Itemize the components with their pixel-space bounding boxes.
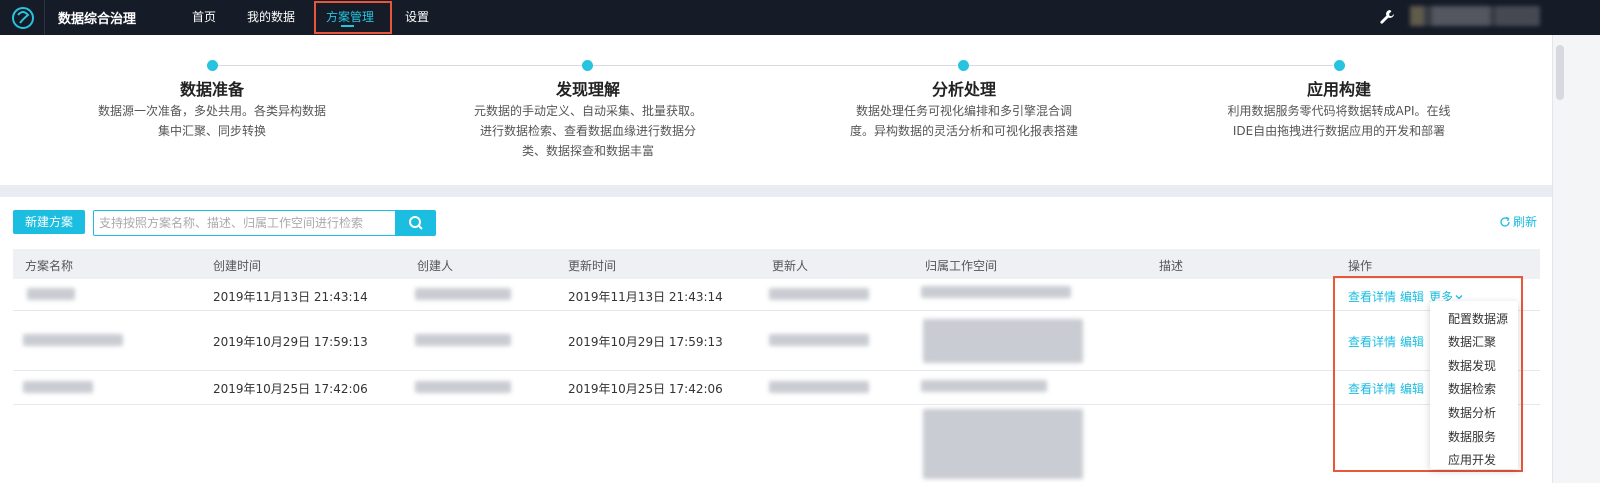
plan-name-blurred[interactable]: [23, 381, 93, 393]
annotation-highlight-box: [314, 1, 392, 34]
refresh-button[interactable]: 刷新: [1499, 213, 1537, 230]
top-navigation-bar: 数据综合治理 首页 我的数据 方案管理 设置: [0, 0, 1600, 35]
divider: [44, 0, 45, 35]
refresh-icon: [1500, 216, 1510, 227]
creator-blurred: [415, 381, 511, 393]
table-header: 方案名称 创建时间 创建人 更新时间 更新人 归属工作空间 描述 操作: [13, 249, 1540, 279]
plan-name-blurred[interactable]: [27, 288, 75, 300]
menu-item-configure-datasource[interactable]: 配置数据源: [1448, 310, 1508, 327]
step-analysis: 分析处理 数据处理任务可视化编排和多引擎混合调 度。异构数据的灵活分析和可视化报…: [833, 79, 1095, 141]
step-connector: [593, 65, 957, 66]
workspace-blurred: [921, 286, 1071, 298]
menu-item-data-service[interactable]: 数据服务: [1448, 428, 1496, 445]
plan-list-panel: 新建方案 刷新 方案名称 创建时间 创建人 更新时间 更新人 归属工作空间 描述…: [0, 197, 1552, 483]
step-description: 元数据的手动定义、自动采集、批量获取。: [473, 104, 702, 118]
step-title: 应用构建: [1306, 80, 1371, 99]
updated-time: 2019年11月13日 21:43:14: [568, 290, 723, 304]
created-time: 2019年10月29日 17:59:13: [213, 335, 368, 349]
workspace-blurred: [923, 409, 1083, 479]
table-row[interactable]: 2019年10月25日 17:42:06 2019年10月25日 17:42:0…: [13, 371, 1540, 405]
created-time: 2019年11月13日 21:43:14: [213, 290, 368, 304]
step-dot: [1334, 60, 1345, 71]
search-button[interactable]: [396, 210, 436, 236]
search-input[interactable]: [93, 210, 396, 236]
plan-name-blurred[interactable]: [23, 334, 123, 346]
creator-blurred: [415, 288, 511, 300]
more-actions-dropdown: 配置数据源 数据汇聚 数据发现 数据检索 数据分析 数据服务 应用开发: [1430, 301, 1518, 469]
menu-item-data-search[interactable]: 数据检索: [1448, 380, 1496, 397]
updated-time: 2019年10月25日 17:42:06: [568, 382, 723, 396]
updater-blurred: [769, 334, 869, 346]
updater-blurred: [769, 288, 869, 300]
wrench-icon[interactable]: [1378, 8, 1396, 26]
step-description: 数据处理任务可视化编排和多引擎混合调: [855, 104, 1072, 118]
right-scroll-area: [1552, 35, 1600, 483]
step-description: IDE自由拖拽进行数据应用的开发和部署: [1232, 124, 1446, 138]
nav-settings[interactable]: 设置: [405, 8, 429, 25]
column-header: 操作: [1348, 259, 1373, 273]
updated-time: 2019年10月29日 17:59:13: [568, 335, 723, 349]
step-description: 数据源一次准备，多处共用。各类异构数据: [97, 104, 326, 118]
column-header: 更新时间: [568, 259, 617, 273]
step-title: 分析处理: [931, 80, 996, 99]
menu-item-data-analysis[interactable]: 数据分析: [1448, 404, 1496, 421]
step-description: 类、数据探查和数据丰富: [521, 144, 654, 158]
step-dot: [207, 60, 218, 71]
app-logo-icon[interactable]: [8, 3, 38, 33]
nav-my-data[interactable]: 我的数据: [247, 8, 295, 25]
column-header: 描述: [1159, 259, 1184, 273]
nav-home[interactable]: 首页: [192, 8, 216, 25]
table-row[interactable]: 2019年10月29日 17:59:13 2019年10月29日 17:59:1…: [13, 311, 1540, 371]
refresh-label: 刷新: [1513, 215, 1538, 229]
workflow-steps-panel: 数据准备 数据源一次准备，多处共用。各类异构数据 集中汇聚、同步转换 发现理解 …: [0, 35, 1552, 185]
step-app-build: 应用构建 利用数据服务零代码将数据转成API。在线 IDE自由拖拽进行数据应用的…: [1208, 79, 1470, 141]
column-header: 更新人: [772, 259, 809, 273]
column-header: 创建人: [417, 259, 454, 273]
column-header: 方案名称: [25, 259, 74, 273]
column-header: 归属工作空间: [925, 259, 998, 273]
step-title: 数据准备: [179, 80, 244, 99]
menu-item-data-aggregation[interactable]: 数据汇聚: [1448, 333, 1496, 350]
search-icon: [409, 216, 423, 230]
step-title: 发现理解: [555, 80, 620, 99]
step-connector: [218, 65, 582, 66]
workspace-blurred: [923, 319, 1083, 363]
step-dot: [582, 60, 593, 71]
new-plan-button[interactable]: 新建方案: [13, 210, 85, 234]
step-description: 集中汇聚、同步转换: [157, 124, 266, 138]
menu-item-data-discovery[interactable]: 数据发现: [1448, 357, 1496, 374]
step-description: 进行数据检索、查看数据血缘进行数据分: [479, 124, 696, 138]
scrollbar-thumb[interactable]: [1556, 45, 1564, 100]
step-description: 度。异构数据的灵活分析和可视化报表搭建: [849, 124, 1078, 138]
creator-blurred: [415, 334, 511, 346]
step-dot: [958, 60, 969, 71]
step-data-preparation: 数据准备 数据源一次准备，多处共用。各类异构数据 集中汇聚、同步转换: [82, 79, 342, 141]
app-title: 数据综合治理: [58, 12, 137, 27]
step-discovery: 发现理解 元数据的手动定义、自动采集、批量获取。 进行数据检索、查看数据血缘进行…: [457, 79, 719, 161]
created-time: 2019年10月25日 17:42:06: [213, 382, 368, 396]
menu-item-app-development[interactable]: 应用开发: [1448, 451, 1496, 468]
user-account-blurred[interactable]: [1410, 6, 1540, 26]
updater-blurred: [769, 381, 869, 393]
step-connector: [969, 65, 1333, 66]
table-row[interactable]: 2019年11月13日 21:43:14 2019年11月13日 21:43:1…: [13, 279, 1540, 311]
workspace-blurred: [921, 380, 1047, 392]
column-header: 创建时间: [213, 259, 262, 273]
step-description: 利用数据服务零代码将数据转成API。在线: [1227, 104, 1451, 118]
